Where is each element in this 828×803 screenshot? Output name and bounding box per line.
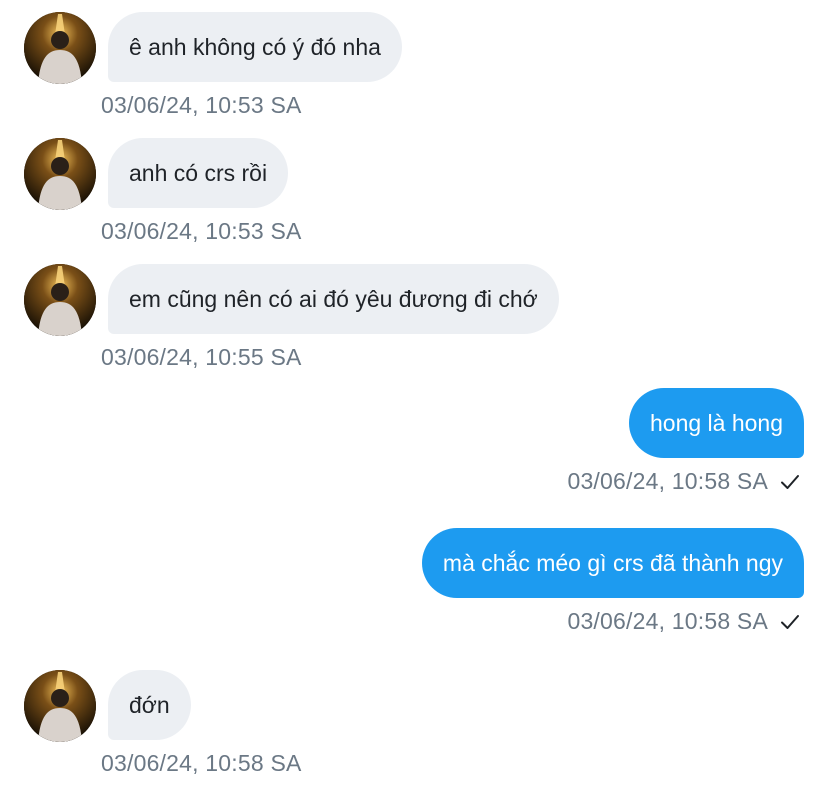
message-bubble[interactable]: mà chắc méo gì crs đã thành ngy xyxy=(421,528,804,598)
message-timestamp: 03/06/24, 10:58 SA xyxy=(567,468,768,494)
message-bubble[interactable]: anh có crs rồi xyxy=(108,138,289,208)
avatar[interactable] xyxy=(24,12,96,84)
message-bubble[interactable]: ê anh không có ý đó nha xyxy=(108,12,402,82)
avatar[interactable] xyxy=(24,670,96,742)
message-timestamp: 03/06/24, 10:55 SA xyxy=(101,344,302,370)
message-status-row: 03/06/24, 10:58 SA xyxy=(567,468,800,495)
check-icon xyxy=(780,474,800,490)
message-bubble[interactable]: đớn xyxy=(108,670,191,740)
avatar[interactable] xyxy=(24,264,96,336)
message-bubble[interactable]: hong là hong xyxy=(628,388,804,458)
message-timestamp: 03/06/24, 10:53 SA xyxy=(101,218,302,244)
check-icon xyxy=(780,614,800,630)
message-status-row: 03/06/24, 10:58 SA xyxy=(567,608,800,635)
message-timestamp: 03/06/24, 10:53 SA xyxy=(101,92,302,118)
message-thread: ê anh không có ý đó nha 03/06/24, 10:53 … xyxy=(0,0,828,803)
message-bubble[interactable]: em cũng nên có ai đó yêu đương đi chớ xyxy=(108,264,559,334)
avatar[interactable] xyxy=(24,138,96,210)
message-timestamp: 03/06/24, 10:58 SA xyxy=(101,750,302,776)
message-timestamp: 03/06/24, 10:58 SA xyxy=(567,608,768,634)
